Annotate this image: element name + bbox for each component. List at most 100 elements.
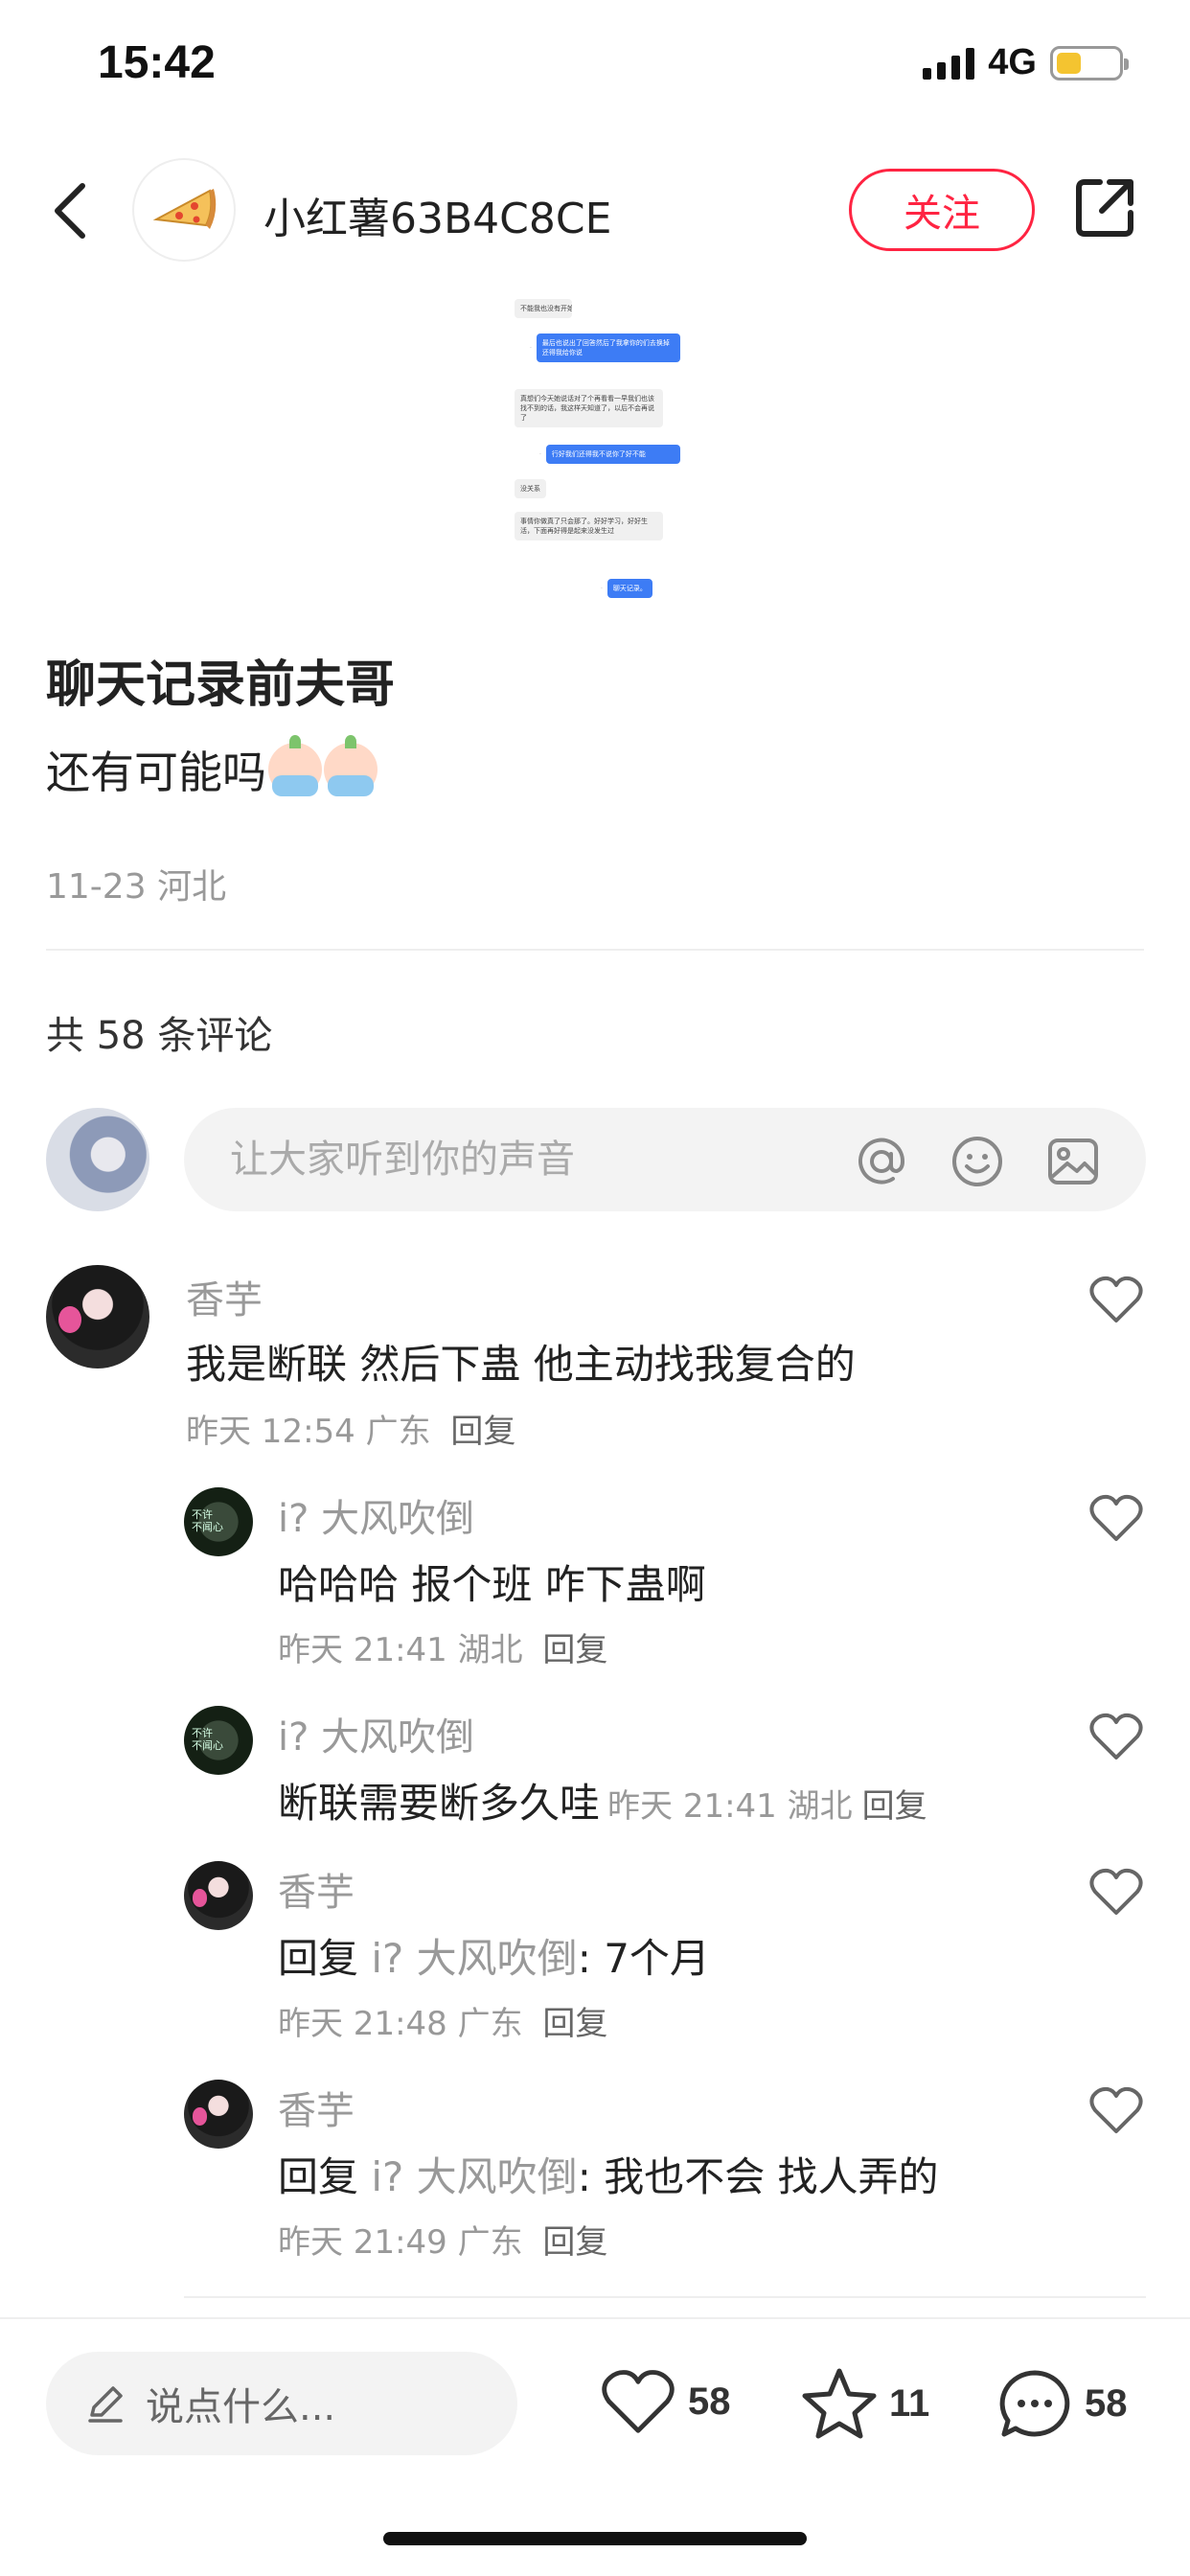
chat-message-left: 没关系 xyxy=(515,479,546,498)
divider xyxy=(184,2296,1146,2298)
chat-bubble: 行好我们还得我不说你了好不能 xyxy=(545,445,680,464)
comment-input-box[interactable] xyxy=(184,1108,1146,1211)
post-date: 11-23 xyxy=(46,867,147,907)
crying-emoji-icon xyxy=(324,735,378,796)
say-placeholder: 说点什么... xyxy=(146,2385,336,2429)
comment-meta: 昨天 12:54 广东 回复 xyxy=(186,1405,515,1452)
chat-bubble: 事情你做真了只会那了。好好学习，好好生活，下面再好得是起来没发生过 xyxy=(515,512,663,540)
comment-time: 昨天 12:54 xyxy=(186,1413,355,1451)
chat-message-left: 不能我也没有开始 xyxy=(515,299,572,318)
post-title: 聊天记录前夫哥 xyxy=(46,656,396,714)
heart-icon[interactable] xyxy=(1088,1493,1144,1543)
back-button[interactable] xyxy=(38,172,105,249)
post-body-text: 还有可能吗 xyxy=(46,747,266,798)
comment-text[interactable]: 回复 i? 大风吹倒: 7个月 xyxy=(278,1926,710,1985)
comment-text[interactable]: 我是断联 然后下蛊 他主动找我复合的 xyxy=(186,1332,856,1391)
comment-total: 58 xyxy=(1085,2381,1128,2425)
home-indicator[interactable] xyxy=(383,2532,807,2545)
comment-time: 昨天 21:41 xyxy=(278,1631,447,1669)
follow-button[interactable]: 关注 xyxy=(849,169,1035,251)
collect-button[interactable]: 11 xyxy=(801,2367,929,2440)
comment-meta: 昨天 21:49 广东 回复 xyxy=(278,2216,607,2263)
comment-meta: 昨天 21:48 广东 回复 xyxy=(278,1997,607,2044)
comment-location: 广东 xyxy=(365,1413,431,1451)
commenter-avatar[interactable] xyxy=(46,1265,149,1368)
post-header: 小红薯63B4C8CE 关注 xyxy=(0,153,1190,268)
chat-bubble: 没关系 xyxy=(515,479,546,498)
comment-meta: 昨天 21:41 湖北 回复 xyxy=(278,1623,607,1670)
comment-text[interactable]: 断联需要断多久哇 昨天 21:41 湖北 回复 xyxy=(278,1771,927,1829)
image-icon[interactable] xyxy=(1046,1135,1100,1188)
comment-text[interactable]: 回复 i? 大风吹倒: 我也不会 找人弄的 xyxy=(278,2145,939,2203)
chat-read-mark: · xyxy=(530,344,532,352)
chat-bubble: 不能我也没有开始 xyxy=(515,299,572,318)
reply-button[interactable]: 回复 xyxy=(862,1787,927,1826)
comment-location: 广东 xyxy=(457,2005,523,2043)
heart-icon[interactable] xyxy=(1088,1712,1144,1761)
share-icon xyxy=(1076,179,1133,237)
chat-message-left: 真想们今天她说话对了个再看看一早我们也该找不到的话，我这样天知道了，以后不会再说… xyxy=(515,389,663,427)
pencil-icon xyxy=(88,2386,123,2423)
author-avatar[interactable] xyxy=(132,158,236,262)
heart-icon[interactable] xyxy=(1088,2085,1144,2135)
reply-button[interactable]: 回复 xyxy=(542,1631,607,1669)
comment-time: 昨天 21:41 xyxy=(607,1787,777,1826)
chat-read-mark: · xyxy=(539,450,541,458)
commenter-name[interactable]: 香芋 xyxy=(278,1861,355,1917)
share-button[interactable] xyxy=(1071,174,1138,242)
my-avatar xyxy=(46,1108,149,1211)
comment-count: 共 58 条评论 xyxy=(46,1014,273,1058)
commenter-avatar[interactable] xyxy=(184,1487,253,1556)
comment-text[interactable]: 哈哈哈 报个班 咋下蛊啊 xyxy=(278,1552,706,1611)
say-something-input[interactable]: 说点什么... xyxy=(46,2352,517,2455)
post-body: 还有可能吗 xyxy=(46,735,378,801)
post-image[interactable]: 不能我也没有开始 · 最后也说出了回答然后了我拿你的们去换掉还得我给你说 真想们… xyxy=(511,289,688,608)
comment-button[interactable]: 58 xyxy=(996,2367,1128,2440)
comment-body: : 我也不会 找人弄的 xyxy=(577,2153,939,2200)
chat-read-mark: · xyxy=(601,585,603,592)
chat-bubble: 聊天记录。 xyxy=(606,579,652,598)
status-indicators: 4G xyxy=(923,42,1129,83)
collect-count: 11 xyxy=(889,2381,930,2425)
commenter-avatar[interactable] xyxy=(184,1706,253,1775)
comment-body: 断联需要断多久哇 xyxy=(278,1780,601,1827)
bottom-action-bar: 说点什么... 58 11 58 xyxy=(0,2317,1190,2576)
commenter-name[interactable]: i? 大风吹倒 xyxy=(278,1706,474,1761)
commenter-name[interactable]: 香芋 xyxy=(186,1269,263,1324)
battery-level xyxy=(1057,52,1081,74)
heart-icon[interactable] xyxy=(1088,1275,1144,1324)
emoji-icon[interactable] xyxy=(950,1135,1004,1188)
reply-to-user[interactable]: i? 大风吹倒 xyxy=(371,2153,577,2200)
pizza-icon xyxy=(152,189,217,229)
crying-emoji-icon xyxy=(268,735,322,796)
status-time: 15:42 xyxy=(98,37,216,88)
commenter-name[interactable]: 香芋 xyxy=(278,2080,355,2135)
commenter-name[interactable]: i? 大风吹倒 xyxy=(278,1487,474,1543)
reply-button[interactable]: 回复 xyxy=(450,1413,515,1451)
chat-message-right: · 最后也说出了回答然后了我拿你的们去换掉还得我给你说 xyxy=(530,334,680,362)
signal-icon xyxy=(923,47,975,80)
like-button[interactable]: 58 xyxy=(600,2367,731,2436)
reply-to-user[interactable]: i? 大风吹倒 xyxy=(371,1935,577,1982)
comment-location: 湖北 xyxy=(787,1787,853,1826)
commenter-avatar[interactable] xyxy=(184,2080,253,2149)
comment-location: 湖北 xyxy=(457,1631,523,1669)
divider xyxy=(46,949,1144,951)
reply-button[interactable]: 回复 xyxy=(542,2223,607,2262)
chat-bubble: 最后也说出了回答然后了我拿你的们去换掉还得我给你说 xyxy=(536,334,680,362)
comment-meta: 昨天 21:41 湖北 回复 xyxy=(607,1787,927,1826)
heart-icon xyxy=(602,2370,675,2433)
at-icon[interactable] xyxy=(855,1135,908,1188)
comment-bubble-icon xyxy=(999,2370,1070,2437)
comment-time: 昨天 21:49 xyxy=(278,2223,447,2262)
status-bar: 15:42 4G xyxy=(0,0,1190,134)
author-name[interactable]: 小红薯63B4C8CE xyxy=(263,184,611,245)
comment-time: 昨天 21:48 xyxy=(278,2005,447,2043)
like-count: 58 xyxy=(688,2380,731,2423)
heart-icon[interactable] xyxy=(1088,1867,1144,1917)
reply-button[interactable]: 回复 xyxy=(542,2005,607,2043)
reply-prefix: 回复 xyxy=(278,2153,359,2200)
commenter-avatar[interactable] xyxy=(184,1861,253,1930)
comment-input[interactable] xyxy=(230,1131,843,1188)
reply-prefix: 回复 xyxy=(278,1935,359,1982)
